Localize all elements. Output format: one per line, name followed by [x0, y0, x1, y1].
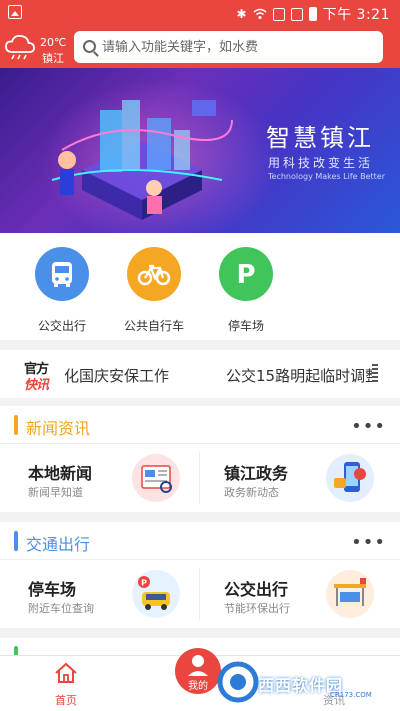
- quick-item-parking[interactable]: P 停车场: [206, 247, 286, 334]
- svg-text:P: P: [236, 260, 255, 290]
- cloud-rain-icon: [5, 34, 35, 60]
- more-dots-icon[interactable]: •••: [351, 416, 386, 437]
- card-parking[interactable]: 停车场 附近车位查询 P: [0, 560, 200, 628]
- search-bar[interactable]: [74, 31, 383, 63]
- app-screen: ✱ 下午 3:21 20℃ 镇江 请输入功能关键字，如水费 智慧镇江 用科技改变…: [0, 0, 400, 711]
- card-local-news[interactable]: 本地新闻 新闻早知道: [0, 444, 200, 512]
- card-government[interactable]: 镇江政务 政务新动态: [200, 444, 400, 512]
- sim-card-2-icon: [290, 7, 303, 21]
- ticker-overflow-marker: [372, 364, 378, 384]
- promo-banner[interactable]: 智慧镇江 用科技改变生活 Technology Makes Life Bette…: [0, 68, 400, 233]
- clock: 下午 3:21: [322, 7, 390, 23]
- bluetooth-icon: ✱: [236, 7, 247, 21]
- site-watermark: 西西软件园 CR173.COM: [216, 660, 396, 704]
- svg-text:P: P: [141, 579, 147, 588]
- weather-widget[interactable]: 20℃ 镇江: [4, 30, 67, 65]
- quick-item-bicycle[interactable]: 公共自行车: [114, 247, 194, 334]
- badge-bottom: 快讯: [24, 378, 49, 393]
- top-header: 20℃ 镇江: [0, 26, 400, 68]
- card-title: 本地新闻: [28, 464, 93, 483]
- bicycle-icon: [127, 247, 181, 301]
- watermark-logo-icon: [217, 661, 259, 703]
- card-title: 镇江政务: [224, 464, 289, 483]
- quick-item-label: 停车场: [227, 319, 264, 333]
- tab-label: 我的: [188, 681, 208, 692]
- tab-mine[interactable]: 我的: [175, 648, 221, 694]
- wifi-icon: [253, 8, 267, 19]
- section-title: 新闻资讯: [26, 419, 91, 438]
- quick-item-label: 公交出行: [37, 319, 86, 333]
- banner-title: 智慧镇江: [266, 124, 374, 152]
- quick-services: 公交出行 公共自行车 P 停车场: [0, 233, 400, 340]
- gallery-notification-icon: [8, 5, 22, 19]
- card-title: 公交出行: [224, 580, 289, 599]
- sim-card-icon: [272, 7, 285, 21]
- news-board-icon: [132, 454, 180, 502]
- user-icon: [188, 655, 208, 676]
- weather-temperature: 20℃: [40, 36, 67, 49]
- section-header: 交通出行 •••: [0, 522, 400, 560]
- card-subtitle: 新闻早知道: [28, 486, 83, 499]
- home-icon: [55, 662, 77, 683]
- watermark-url: CR173.COM: [330, 691, 372, 699]
- status-icons: ✱ 下午 3:21: [237, 4, 390, 24]
- government-phone-icon: [326, 454, 374, 502]
- parking-icon: P: [219, 247, 273, 301]
- card-bus[interactable]: 公交出行 节能环保出行: [200, 560, 400, 628]
- card-title: 停车场: [28, 580, 77, 599]
- ticker-item[interactable]: 化国庆安保工作: [64, 365, 169, 386]
- banner-subtitle: 用科技改变生活: [268, 156, 374, 170]
- card-subtitle: 政务新动态: [224, 486, 279, 499]
- weather-city: 镇江: [42, 52, 64, 65]
- smart-city-illustration: [51, 100, 233, 220]
- card-subtitle: 附近车位查询: [28, 602, 94, 615]
- section-accent-bar: [14, 531, 18, 551]
- section-traffic: 交通出行 ••• 停车场 附近车位查询 P 公交出行 节能环保出行: [0, 522, 400, 628]
- bus-stop-icon: [326, 570, 374, 618]
- section-title: 交通出行: [26, 535, 91, 554]
- search-input[interactable]: [102, 31, 372, 63]
- section-header: 新闻资讯 •••: [0, 406, 400, 444]
- more-dots-icon[interactable]: •••: [351, 532, 386, 553]
- card-subtitle: 节能环保出行: [224, 602, 290, 615]
- tab-label: 首页: [55, 694, 77, 707]
- section-accent-bar: [14, 415, 18, 435]
- banner-tagline: Technology Makes Life Better: [268, 172, 385, 181]
- official-news-badge: 官方 快讯: [24, 358, 56, 393]
- status-bar: ✱ 下午 3:21: [0, 0, 400, 26]
- ticker-item[interactable]: 公交15路明起临时调整: [226, 365, 378, 386]
- quick-item-bus[interactable]: 公交出行: [22, 247, 102, 334]
- quick-item-label: 公共自行车: [123, 319, 184, 333]
- news-ticker[interactable]: 官方 快讯 化国庆安保工作 公交15路明起临时调整: [0, 350, 400, 398]
- section-news: 新闻资讯 ••• 本地新闻 新闻早知道 镇江政务 政务新动态: [0, 406, 400, 512]
- battery-icon: [308, 7, 317, 21]
- tab-home[interactable]: 首页: [26, 656, 106, 711]
- search-icon: [83, 40, 96, 53]
- parking-car-icon: P: [132, 570, 180, 618]
- bus-icon: [35, 247, 89, 301]
